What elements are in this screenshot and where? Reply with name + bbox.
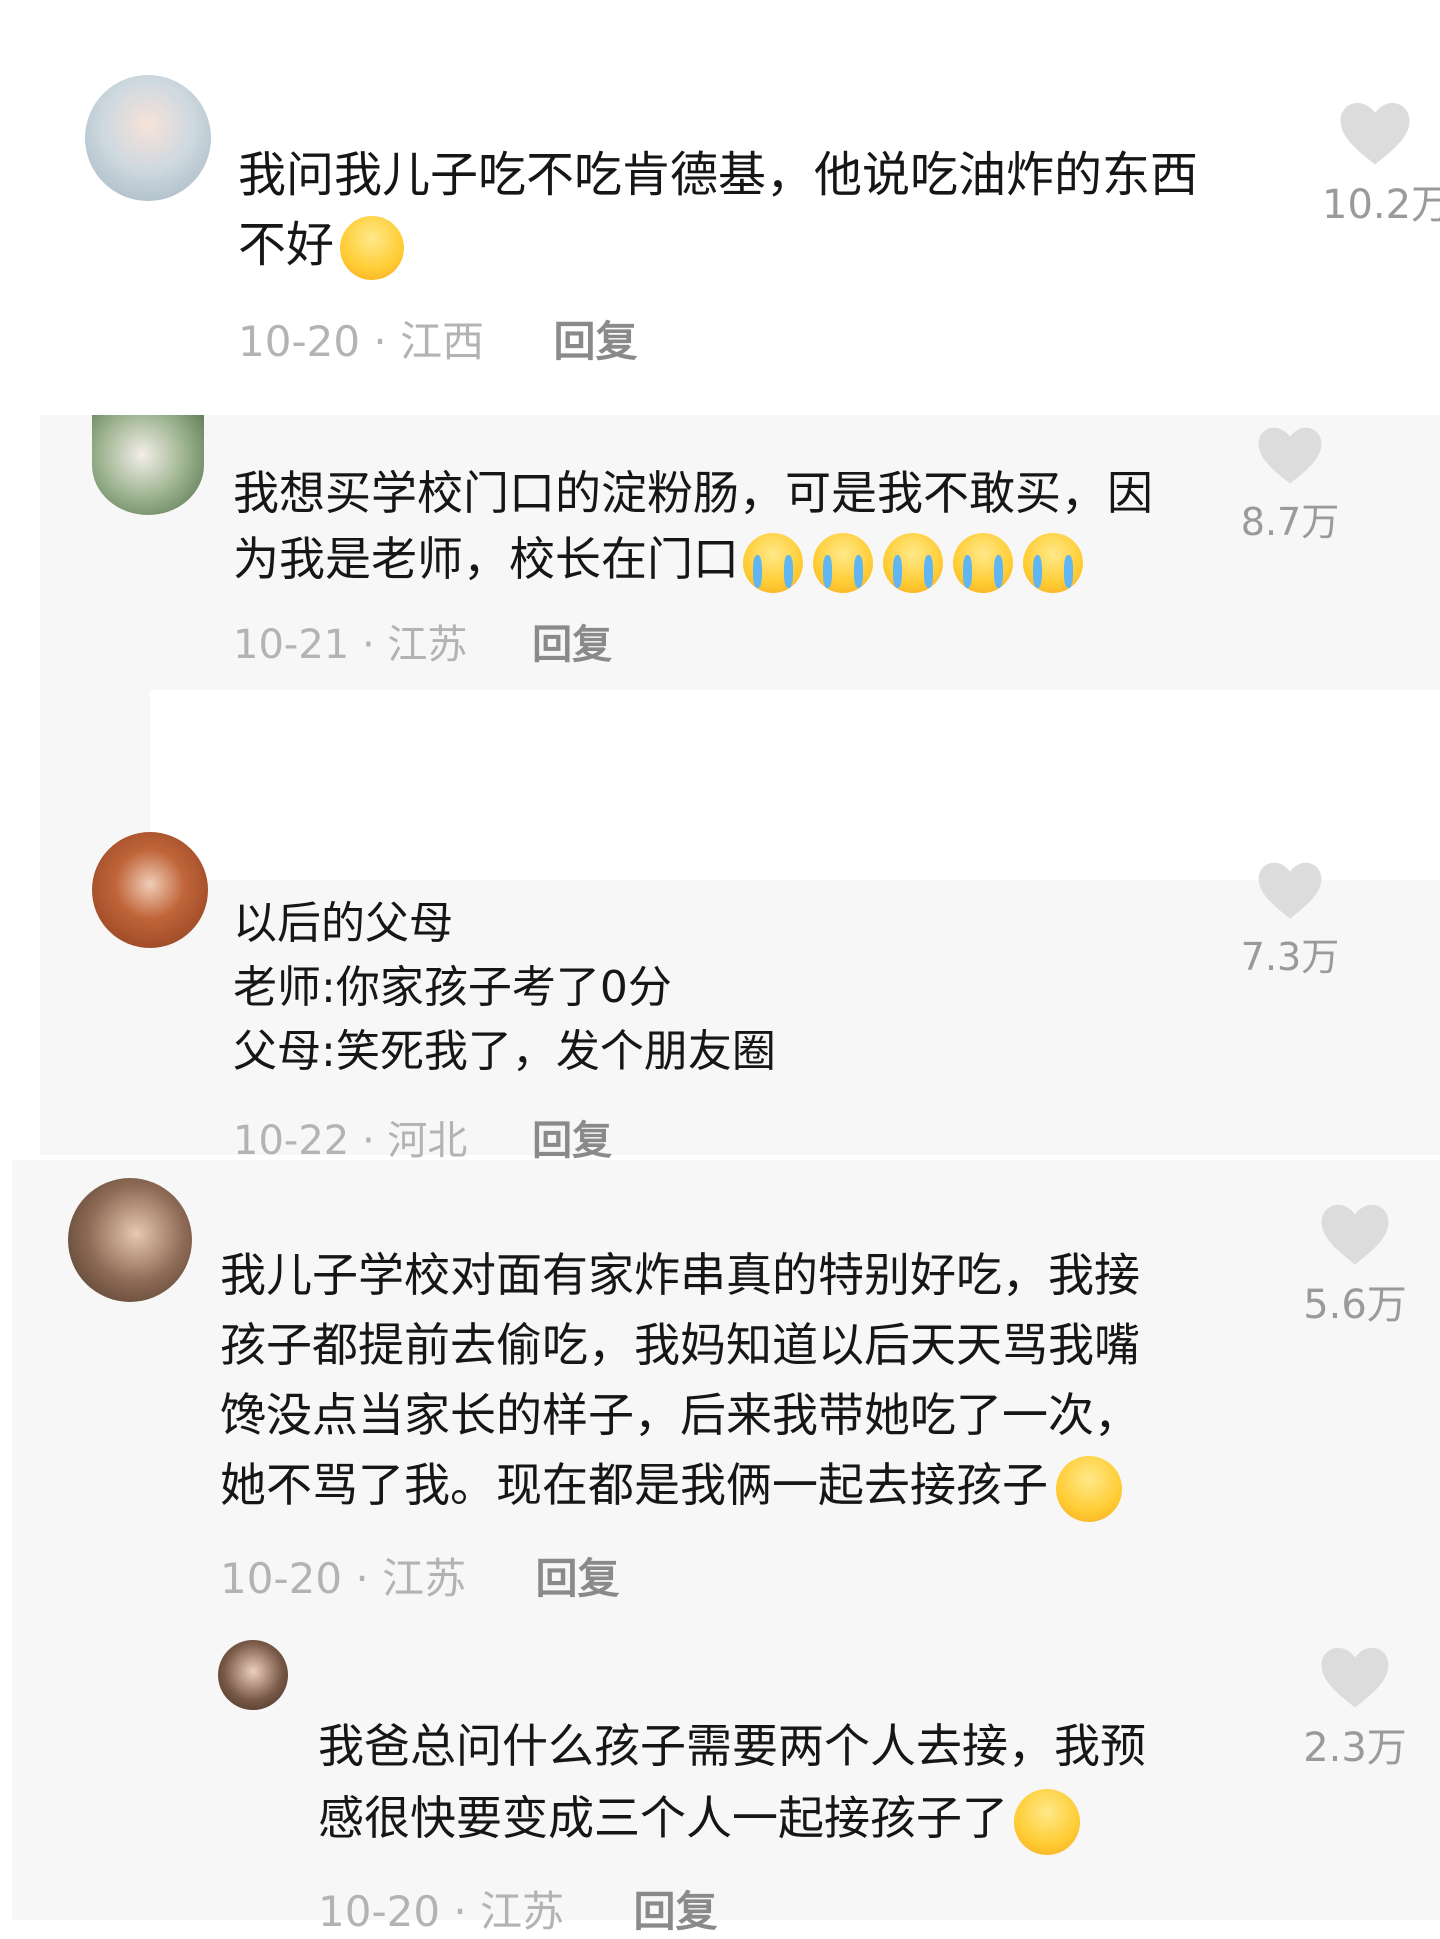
comment-text: 以后的父母 老师:你家孩子考了0分 父母:笑死我了，发个朋友圈 [233, 892, 776, 1084]
comment-text: 我问我儿子吃不吃肯德基，他说吃油炸的东西 不好 [238, 140, 1198, 280]
comment-line: 馋没点当家长的样子，后来我带她吃了一次， [220, 1388, 1140, 1442]
comment-meta: 10-22 · 河北 回复 [233, 1108, 612, 1166]
like-button[interactable]: 10.2万 [1310, 100, 1440, 230]
comment-text: 我想买学校门口的淀粉肠，可是我不敢买，因 为我是老师，校长在门口 [233, 460, 1153, 593]
comment-line: 我爸总问什么孩子需要两个人去接，我预 [318, 1719, 1146, 1773]
comment-text: 我爸总问什么孩子需要两个人去接，我预 感很快要变成三个人一起接孩子了 [318, 1710, 1146, 1855]
reply-button[interactable]: 回复 [532, 622, 612, 668]
crying-emoji [813, 532, 873, 593]
comment-meta: 10-20 · 江苏 回复 [318, 1878, 717, 1939]
comment-date: 10-22 · 河北 [233, 1118, 468, 1164]
heart-icon [1258, 427, 1322, 484]
comment-date: 10-20 · 江苏 [220, 1554, 467, 1603]
like-count: 2.3万 [1303, 1725, 1407, 1771]
comment-line: 她不骂了我。现在都是我俩一起去接孩子 [220, 1450, 1140, 1522]
comment-line: 为我是老师，校长在门口 [233, 526, 1153, 593]
heart-icon [1258, 862, 1322, 919]
like-button[interactable]: 5.6万 [1285, 1202, 1425, 1330]
avatar[interactable] [92, 832, 208, 948]
comment-meta: 10-20 · 江西 回复 [238, 308, 637, 369]
heart-icon [1321, 1204, 1389, 1265]
like-button[interactable]: 8.7万 [1225, 425, 1355, 546]
grin-sweat-emoji [1014, 1788, 1080, 1855]
comment-line: 我儿子学校对面有家炸串真的特别好吃，我接 [220, 1248, 1140, 1302]
comment-line: 父母:笑死我了，发个朋友圈 [233, 1026, 776, 1077]
crying-emoji [953, 532, 1013, 593]
comment-text: 我儿子学校对面有家炸串真的特别好吃，我接 孩子都提前去偷吃，我妈知道以后天天骂我… [220, 1240, 1140, 1522]
like-count: 5.6万 [1303, 1282, 1407, 1328]
like-count: 10.2万 [1322, 182, 1440, 228]
reply-button[interactable]: 回复 [633, 1887, 717, 1936]
comment-line: 我问我儿子吃不吃肯德基，他说吃油炸的东西 [238, 147, 1199, 203]
like-button[interactable]: 7.3万 [1225, 860, 1355, 981]
crying-emoji [743, 532, 803, 593]
avatar[interactable] [92, 415, 204, 515]
avatar[interactable] [218, 1640, 288, 1710]
dizzy-emoji [340, 216, 405, 280]
comment-meta: 10-20 · 江苏 回复 [220, 1545, 619, 1606]
grin-sweat-emoji [1056, 1455, 1122, 1522]
comment-date: 10-20 · 江苏 [318, 1887, 565, 1936]
reply-button[interactable]: 回复 [535, 1554, 619, 1603]
comment-line: 孩子都提前去偷吃，我妈知道以后天天骂我嘴 [220, 1318, 1140, 1372]
comment-line: 老师:你家孩子考了0分 [233, 962, 672, 1013]
reply-button[interactable]: 回复 [553, 317, 637, 366]
comment-date: 10-20 · 江西 [238, 317, 485, 366]
comment-line: 以后的父母 [233, 898, 453, 949]
like-count: 7.3万 [1240, 935, 1340, 979]
like-button[interactable]: 2.3万 [1285, 1645, 1425, 1773]
like-count: 8.7万 [1240, 500, 1340, 544]
comment-line: 我想买学校门口的淀粉肠，可是我不敢买，因 [233, 466, 1153, 520]
avatar[interactable] [68, 1178, 192, 1302]
comment-date: 10-21 · 江苏 [233, 622, 468, 668]
heart-icon [1340, 103, 1410, 165]
crying-emoji [1023, 532, 1083, 593]
comment-line: 感很快要变成三个人一起接孩子了 [318, 1782, 1146, 1855]
avatar[interactable] [85, 75, 211, 201]
comment-line: 不好 [238, 210, 1198, 280]
comment-meta: 10-21 · 江苏 回复 [233, 612, 612, 670]
blank-area [150, 690, 1440, 880]
heart-icon [1321, 1647, 1389, 1708]
reply-button[interactable]: 回复 [532, 1118, 612, 1164]
crying-emoji [883, 532, 943, 593]
